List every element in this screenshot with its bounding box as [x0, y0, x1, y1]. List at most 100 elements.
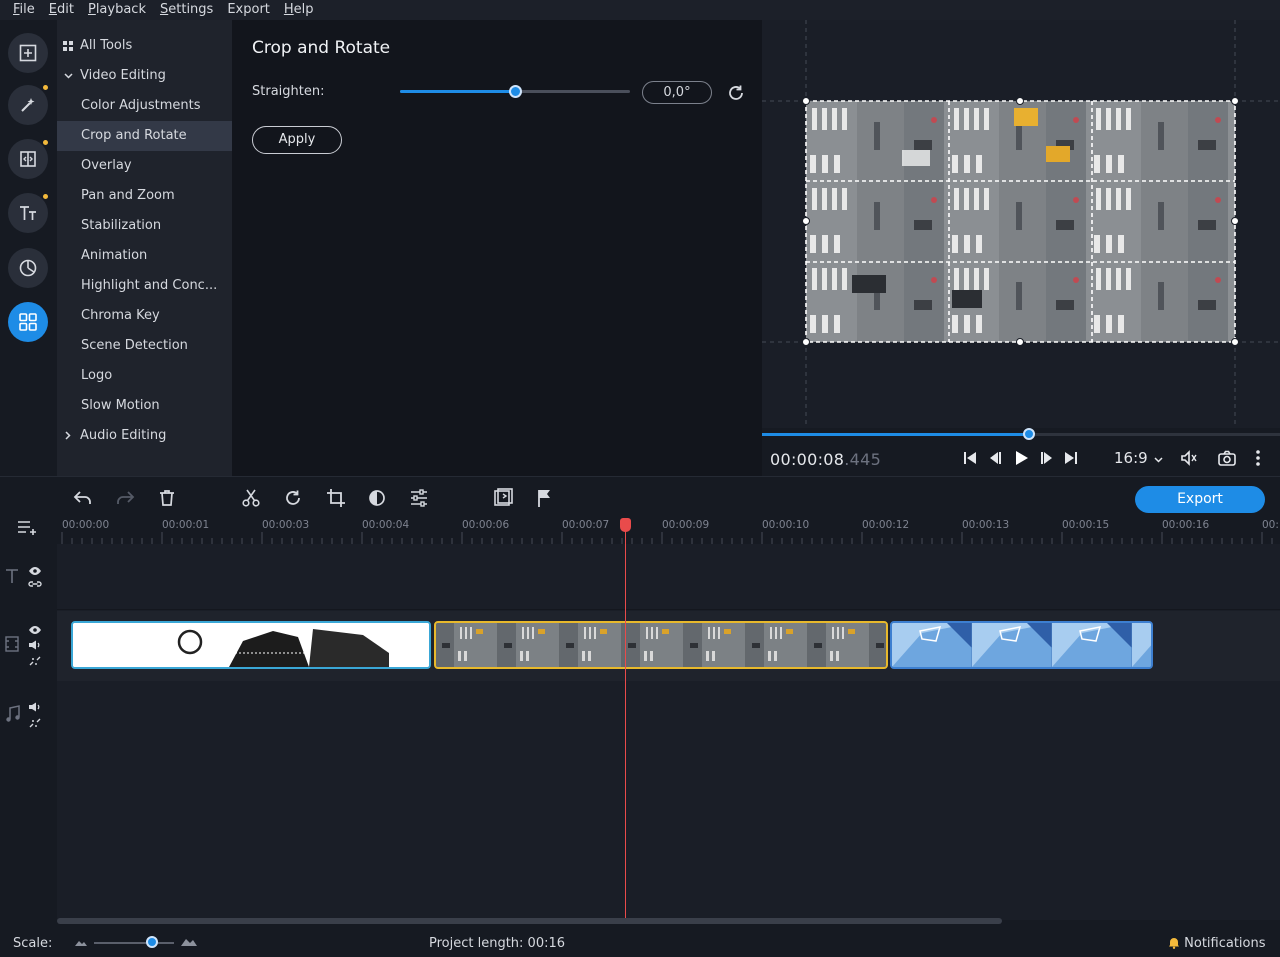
ruler-tick-label: 00:00:03 [262, 519, 310, 531]
text-track[interactable] [57, 544, 1280, 610]
video-editing-group[interactable]: Video Editing [57, 61, 232, 91]
step-forward-icon[interactable] [1037, 448, 1057, 468]
tool-item[interactable]: Chroma Key [57, 301, 232, 331]
play-icon[interactable] [1011, 448, 1031, 468]
straighten-slider-thumb[interactable] [509, 85, 522, 98]
tool-item[interactable]: Slow Motion [57, 391, 232, 421]
straighten-label: Straighten: [252, 84, 325, 99]
tool-item[interactable]: Crop and Rotate [57, 121, 232, 151]
notifications-button[interactable]: Notifications [1168, 936, 1266, 951]
playback-scrubber-thumb[interactable] [1023, 428, 1036, 440]
menu-file[interactable]: File [6, 0, 42, 20]
scale-slider-thumb[interactable] [145, 936, 158, 948]
tool-item[interactable]: Logo [57, 361, 232, 391]
all-tools-item[interactable]: All Tools [57, 31, 232, 61]
tool-item[interactable]: Overlay [57, 151, 232, 181]
chevron-right-icon [65, 431, 71, 440]
scissors-icon[interactable] [240, 487, 262, 509]
timecode-ms: .445 [844, 450, 882, 469]
delete-icon[interactable] [156, 487, 178, 509]
ruler-tick-label: 00:00:06 [462, 519, 510, 531]
crop-icon[interactable] [325, 487, 347, 509]
eye-icon[interactable] [28, 566, 42, 576]
angle-input[interactable]: 0,0° [642, 81, 712, 104]
add-media-button[interactable] [8, 33, 48, 73]
menu-edit[interactable]: Edit [42, 0, 81, 20]
skip-to-end-icon[interactable] [1061, 448, 1081, 468]
marker-flag-icon[interactable] [534, 487, 556, 509]
snapshot-icon[interactable] [1217, 448, 1237, 468]
scale-slider-track[interactable] [94, 942, 174, 944]
zoom-in-icon[interactable] [181, 936, 197, 946]
timeline-scrollbar[interactable] [57, 918, 1002, 924]
more-tools-button[interactable] [8, 302, 48, 342]
skip-to-start-icon[interactable] [960, 448, 980, 468]
ruler-tick-label: 00:00:00 [62, 519, 110, 531]
playback-progress [762, 433, 1030, 436]
scale-label: Scale: [13, 936, 53, 951]
ruler-tick-label: 00:00:07 [562, 519, 610, 531]
tool-item[interactable]: Stabilization [57, 211, 232, 241]
tool-item[interactable]: Highlight and Conc... [57, 271, 232, 301]
tool-item[interactable]: Color Adjustments [57, 91, 232, 121]
crop-rotate-panel: Crop and Rotate Straighten: 0,0° Apply [232, 20, 762, 476]
more-tools-icon [19, 313, 37, 331]
rotate-icon[interactable] [725, 82, 747, 104]
eye-icon[interactable] [28, 625, 42, 635]
audio-editing-group[interactable]: Audio Editing [57, 421, 232, 451]
zoom-out-icon[interactable] [75, 938, 87, 946]
color-adjust-icon[interactable] [366, 487, 388, 509]
stickers-button[interactable] [8, 248, 48, 288]
video-clip[interactable] [890, 621, 1153, 669]
aspect-ratio-select[interactable]: 16:9 [1114, 449, 1163, 467]
undo-icon[interactable] [72, 487, 94, 509]
titles-button[interactable] [8, 193, 48, 233]
menu-help[interactable]: Help [277, 0, 321, 20]
apply-button[interactable]: Apply [252, 126, 342, 154]
notification-dot [43, 194, 48, 199]
app-window: File Edit Playback Settings Export Help All T… [0, 0, 1280, 957]
playhead-handle[interactable] [620, 518, 631, 532]
record-voiceover-icon[interactable] [492, 487, 514, 509]
rotate-icon[interactable] [282, 487, 304, 509]
tool-item[interactable]: Animation [57, 241, 232, 271]
video-clip-selected[interactable] [434, 621, 888, 669]
timecode: 00:00:08.445 [770, 450, 881, 469]
chevron-down-icon [1154, 457, 1163, 463]
magic-wand-icon [21, 98, 35, 112]
menu-settings[interactable]: Settings [153, 0, 220, 20]
audio-track[interactable] [57, 681, 1280, 920]
video-clip[interactable] [71, 621, 431, 669]
filters-button[interactable] [8, 85, 48, 125]
music-track-icon [6, 705, 20, 722]
panel-title: Crop and Rotate [252, 38, 391, 58]
add-track-icon[interactable] [17, 519, 39, 535]
step-back-icon[interactable] [985, 448, 1005, 468]
redo-icon[interactable] [114, 487, 136, 509]
tool-item[interactable]: Scene Detection [57, 331, 232, 361]
all-tools-label: All Tools [80, 38, 133, 53]
video-track[interactable] [57, 611, 1280, 681]
timeline-ruler[interactable]: 00:00:00 00:00:01 00:00:03 00:00:04 00:00:06… [57, 516, 1280, 544]
ruler-tick-label: 00:00:01 [162, 519, 210, 531]
unlink-icon[interactable] [28, 655, 42, 667]
bell-icon [1169, 938, 1179, 949]
transitions-button[interactable] [8, 139, 48, 179]
tool-item[interactable]: Pan and Zoom [57, 181, 232, 211]
link-icon[interactable] [28, 579, 42, 589]
menu-playback[interactable]: Playback [81, 0, 153, 20]
ruler-tick-label: 00:00:13 [962, 519, 1010, 531]
more-options-icon[interactable] [1248, 448, 1268, 468]
volume-icon[interactable] [1179, 448, 1199, 468]
grid-icon [63, 41, 73, 51]
notifications-label: Notifications [1184, 936, 1266, 951]
unlink-icon[interactable] [28, 717, 42, 729]
speaker-icon[interactable] [28, 702, 42, 712]
clip-properties-icon[interactable] [408, 487, 430, 509]
speaker-icon[interactable] [28, 640, 42, 650]
export-button[interactable]: Export [1135, 486, 1265, 513]
ruler-tick-label: 00:00:16 [1162, 519, 1210, 531]
tools-sidebar: All Tools Video Editing Color Adjustment… [57, 20, 232, 476]
menu-export[interactable]: Export [220, 0, 277, 20]
video-preview[interactable] [762, 20, 1280, 428]
